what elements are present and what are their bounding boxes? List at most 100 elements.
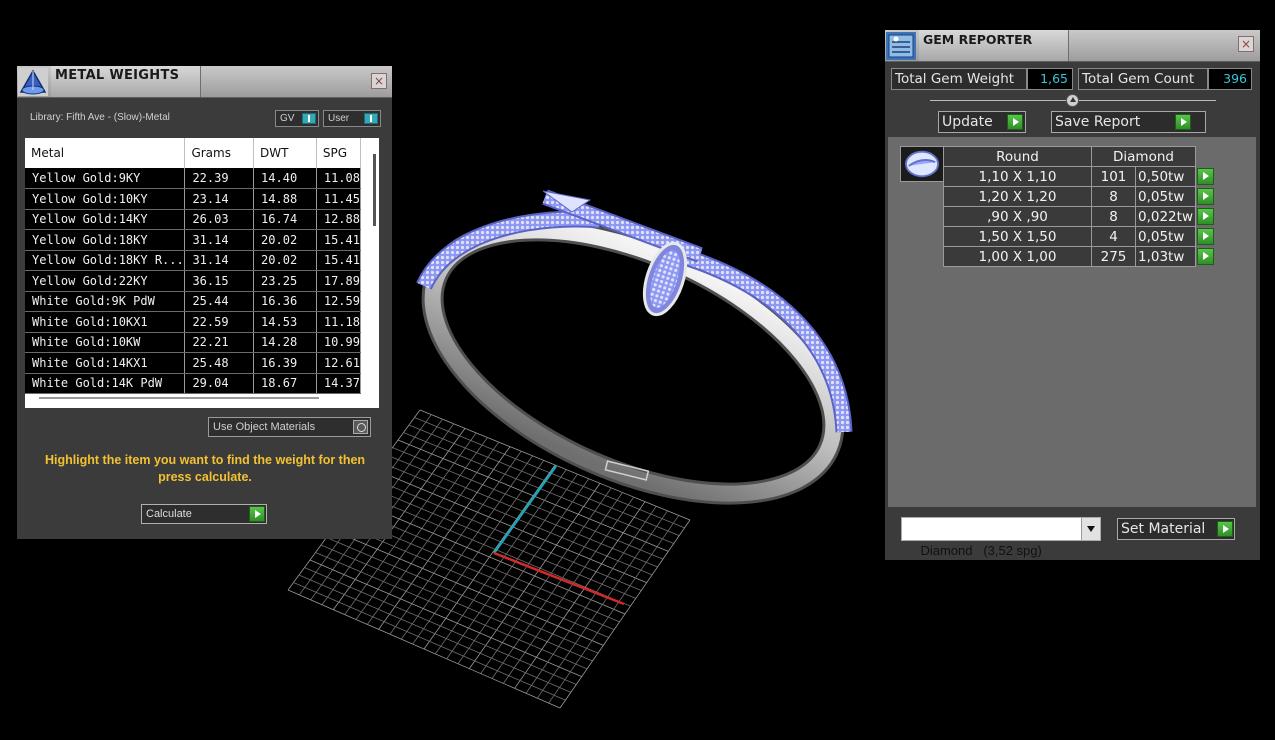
metal-weights-title: METAL WEIGHTS bbox=[51, 66, 201, 97]
metal-name-cell: Yellow Gold:9KY bbox=[25, 168, 186, 189]
save-report-button[interactable]: Save Report bbox=[1051, 111, 1206, 133]
instruction-text: Highlight the item you want to find the … bbox=[44, 453, 366, 484]
metal-name-cell: Yellow Gold:22KY bbox=[25, 270, 186, 292]
gem-count-cell: 8 bbox=[1091, 186, 1136, 207]
table-row[interactable]: ,90 X ,90 8 0,022tw bbox=[943, 206, 1216, 227]
gem-size-cell: 1,20 X 1,20 bbox=[943, 186, 1092, 207]
grams-cell: 36.15 bbox=[184, 270, 255, 292]
table-row[interactable]: Yellow Gold:10KY 23.14 14.88 11.45 bbox=[25, 188, 362, 210]
column-header-grams[interactable]: Grams bbox=[184, 138, 255, 168]
metal-table: Metal Grams DWT SPG Yellow Gold:9KY 22.39… bbox=[25, 138, 362, 394]
table-row[interactable]: Yellow Gold:18KY 31.14 20.02 15.41 bbox=[25, 229, 362, 251]
spg-cell: 11.45 bbox=[316, 188, 362, 210]
gem-list-area: Round Diamond 1,10 X 1,10 101 0,50tw 1,2… bbox=[888, 137, 1256, 507]
use-object-materials-toggle[interactable]: Use Object Materials bbox=[208, 417, 371, 437]
table-row[interactable]: 1,00 X 1,00 275 1,03tw bbox=[943, 246, 1216, 267]
dwt-cell: 20.02 bbox=[253, 229, 317, 251]
gem-reporter-close-button[interactable]: × bbox=[1238, 36, 1254, 52]
table-row[interactable]: White Gold:14K PdW 29.04 18.67 14.37 bbox=[25, 373, 362, 394]
update-button[interactable]: Update bbox=[938, 111, 1026, 133]
report-slider-knob[interactable] bbox=[1066, 94, 1079, 107]
spg-cell: 11.18 bbox=[316, 311, 362, 333]
material-select[interactable]: Diamond (3,52 spg) bbox=[901, 517, 1101, 558]
gem-size-cell: ,90 X ,90 bbox=[943, 206, 1092, 227]
grams-cell: 25.48 bbox=[184, 352, 255, 374]
gem-reporter-title: GEM REPORTER bbox=[919, 30, 1069, 61]
metal-weights-close-button[interactable]: × bbox=[371, 73, 387, 89]
grams-cell: 25.44 bbox=[184, 291, 255, 312]
gem-reporter-panel: GEM REPORTER × Total Gem Weight 1,65 Tot… bbox=[885, 30, 1260, 560]
dwt-cell: 18.67 bbox=[253, 373, 317, 394]
table-row[interactable]: 1,10 X 1,10 101 0,50tw bbox=[943, 166, 1216, 187]
grams-cell: 29.04 bbox=[184, 373, 255, 394]
table-row[interactable]: White Gold:9K PdW 25.44 16.36 12.59 bbox=[25, 291, 362, 312]
play-arrow-icon bbox=[1217, 521, 1233, 537]
column-header-spg[interactable]: SPG bbox=[316, 138, 362, 168]
total-gem-weight-label: Total Gem Weight bbox=[891, 68, 1027, 90]
gem-reporter-titlebar[interactable]: GEM REPORTER × bbox=[885, 30, 1260, 62]
table-row[interactable]: Yellow Gold:18KY R... 31.14 20.02 15.41 bbox=[25, 250, 362, 271]
spg-cell: 14.37 bbox=[316, 373, 362, 394]
round-diamond-icon[interactable] bbox=[900, 146, 944, 182]
metal-name-cell: Yellow Gold:18KY bbox=[25, 229, 186, 251]
grams-cell: 31.14 bbox=[184, 229, 255, 251]
select-gem-arrow-icon[interactable] bbox=[1197, 248, 1215, 265]
metal-weights-titlebar[interactable]: METAL WEIGHTS × bbox=[17, 66, 392, 98]
table-row[interactable]: Yellow Gold:14KY 26.03 16.74 12.88 bbox=[25, 209, 362, 230]
gem-reporter-app-icon bbox=[886, 32, 916, 60]
metal-name-cell: White Gold:14K PdW bbox=[25, 373, 186, 394]
dwt-cell: 14.88 bbox=[253, 188, 317, 210]
metal-weights-app-icon bbox=[18, 68, 48, 96]
spg-cell: 12.61 bbox=[316, 352, 362, 374]
select-gem-arrow-icon[interactable] bbox=[1197, 208, 1214, 225]
set-material-button[interactable]: Set Material bbox=[1117, 518, 1235, 540]
y-axis-line bbox=[492, 465, 558, 554]
select-gem-arrow-icon[interactable] bbox=[1197, 228, 1214, 245]
table-row[interactable]: Yellow Gold:9KY 22.39 14.40 11.08 bbox=[25, 168, 362, 189]
gv-toggle-label: GV bbox=[280, 113, 295, 124]
metal-table-horizontal-scrollbar[interactable] bbox=[39, 397, 319, 399]
play-arrow-icon bbox=[1007, 114, 1023, 130]
update-label: Update bbox=[942, 114, 993, 130]
user-toggle[interactable]: User bbox=[323, 110, 381, 127]
gv-toggle-switch-icon bbox=[302, 113, 316, 124]
dwt-cell: 16.39 bbox=[253, 352, 317, 374]
metal-table-container[interactable]: Metal Grams DWT SPG Yellow Gold:9KY 22.39… bbox=[25, 138, 379, 408]
spg-cell: 10.99 bbox=[316, 332, 362, 353]
metal-table-vertical-scrollbar[interactable] bbox=[373, 154, 376, 226]
metal-name-cell: White Gold:10KW bbox=[25, 332, 186, 353]
nail-bangle-model[interactable] bbox=[394, 176, 873, 547]
table-row[interactable]: 1,50 X 1,50 4 0,05tw bbox=[943, 226, 1216, 247]
save-report-label: Save Report bbox=[1055, 114, 1141, 130]
table-row[interactable]: White Gold:14KX1 25.48 16.39 12.61 bbox=[25, 352, 362, 374]
gem-table: Round Diamond 1,10 X 1,10 101 0,50tw 1,2… bbox=[943, 146, 1216, 267]
user-toggle-switch-icon bbox=[364, 113, 378, 124]
gem-weight-cell: 0,50tw bbox=[1135, 166, 1196, 187]
metal-weights-panel: METAL WEIGHTS × Library: Fifth Ave - (Sl… bbox=[17, 66, 392, 539]
gv-toggle[interactable]: GV bbox=[275, 110, 319, 127]
radio-icon bbox=[353, 420, 368, 434]
table-row[interactable]: 1,20 X 1,20 8 0,05tw bbox=[943, 186, 1216, 207]
select-gem-arrow-icon[interactable] bbox=[1197, 188, 1214, 205]
table-row[interactable]: White Gold:10KX1 22.59 14.53 11.18 bbox=[25, 311, 362, 333]
spg-cell: 15.41 bbox=[316, 250, 362, 271]
gem-size-cell: 1,10 X 1,10 bbox=[943, 166, 1092, 187]
dwt-cell: 14.40 bbox=[253, 168, 317, 189]
select-gem-arrow-icon[interactable] bbox=[1197, 168, 1214, 185]
material-select-value: Diamond (3,52 spg) bbox=[920, 543, 1042, 558]
column-header-metal[interactable]: Metal bbox=[25, 138, 186, 168]
gem-count-cell: 8 bbox=[1091, 206, 1136, 227]
gem-count-cell: 4 bbox=[1091, 226, 1136, 247]
grams-cell: 31.14 bbox=[184, 250, 255, 271]
set-material-label: Set Material bbox=[1121, 521, 1206, 537]
calculate-button[interactable]: Calculate bbox=[141, 504, 267, 524]
gem-weight-cell: 1,03tw bbox=[1135, 246, 1196, 267]
table-row[interactable]: White Gold:10KW 22.21 14.28 10.99 bbox=[25, 332, 362, 353]
gem-size-cell: 1,00 X 1,00 bbox=[943, 246, 1092, 267]
metal-name-cell: White Gold:9K PdW bbox=[25, 291, 186, 312]
library-label: Library: Fifth Ave - (Slow)-Metal bbox=[30, 112, 170, 123]
column-header-dwt[interactable]: DWT bbox=[253, 138, 317, 168]
table-row[interactable]: Yellow Gold:22KY 36.15 23.25 17.89 bbox=[25, 270, 362, 292]
dwt-cell: 23.25 bbox=[253, 270, 317, 292]
play-arrow-icon bbox=[249, 506, 265, 522]
